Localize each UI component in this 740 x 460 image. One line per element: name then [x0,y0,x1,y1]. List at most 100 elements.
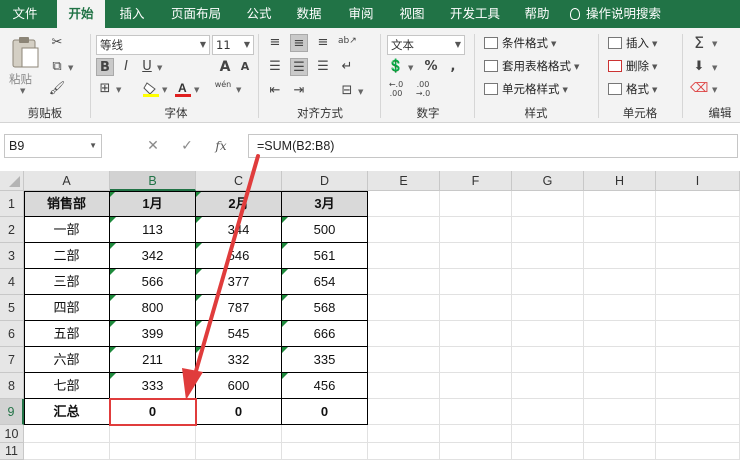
row-header-6[interactable]: 6 [0,321,24,347]
tab-tell-me[interactable]: 操作说明搜索 [570,0,690,28]
cell-f7[interactable] [440,347,512,373]
cell-e11[interactable] [368,443,440,460]
merge-center-icon[interactable]: ⊟ [338,82,356,100]
cell-i3[interactable] [656,243,740,269]
cell-d3[interactable]: 561 [282,243,368,269]
cell-c8[interactable]: 600 [196,373,282,399]
row-header-7[interactable]: 7 [0,347,24,373]
cell-c3[interactable]: 546 [196,243,282,269]
cell-c10[interactable] [196,425,282,443]
phonetic-dropdown-icon[interactable]: ▼ [236,86,241,94]
tab-formulas[interactable]: 公式 [238,0,280,28]
row-header-8[interactable]: 8 [0,373,24,399]
align-bottom-icon[interactable]: ≡ [314,34,332,52]
column-header-e[interactable]: E [368,171,440,191]
cell-f6[interactable] [440,321,512,347]
cell-b3[interactable]: 342 [110,243,196,269]
select-all-corner[interactable] [0,171,24,191]
cell-b7[interactable]: 211 [110,347,196,373]
cell-e7[interactable] [368,347,440,373]
cell-d5[interactable]: 568 [282,295,368,321]
underline-dropdown-icon[interactable]: ▼ [157,64,162,72]
cell-f8[interactable] [440,373,512,399]
cell-g10[interactable] [512,425,584,443]
fill-dropdown-icon[interactable]: ▼ [712,64,717,72]
fill-icon[interactable]: ⬇ [690,58,708,76]
cell-a6[interactable]: 五部 [24,321,110,347]
cell-i9[interactable] [656,399,740,425]
cell-a4[interactable]: 三部 [24,269,110,295]
comma-style-icon[interactable]: , [444,58,462,76]
cell-i7[interactable] [656,347,740,373]
cell-e8[interactable] [368,373,440,399]
row-header-5[interactable]: 5 [0,295,24,321]
align-top-icon[interactable]: ≡ [266,34,284,52]
cell-h5[interactable] [584,295,656,321]
cell-f1[interactable] [440,191,512,217]
cell-g1[interactable] [512,191,584,217]
cell-e2[interactable] [368,217,440,243]
fill-color-dropdown-icon[interactable]: ▼ [162,86,167,94]
cell-c7[interactable]: 332 [196,347,282,373]
accounting-format-icon[interactable]: 💲 [387,58,405,76]
cell-e9[interactable] [368,399,440,425]
cell-b2[interactable]: 113 [110,217,196,243]
percent-style-icon[interactable]: % [422,58,440,76]
cell-c11[interactable] [196,443,282,460]
cell-f5[interactable] [440,295,512,321]
cell-f2[interactable] [440,217,512,243]
row-header-3[interactable]: 3 [0,243,24,269]
cell-a5[interactable]: 四部 [24,295,110,321]
insert-cells-button[interactable]: 插入 ▼ [608,33,657,53]
cell-g6[interactable] [512,321,584,347]
cell-h4[interactable] [584,269,656,295]
column-header-d[interactable]: D [282,171,368,191]
merge-dropdown-icon[interactable]: ▼ [358,88,363,96]
cell-a1[interactable]: 销售部 [24,191,110,217]
row-header-10[interactable]: 10 [0,425,24,443]
cell-f10[interactable] [440,425,512,443]
cell-e10[interactable] [368,425,440,443]
column-header-c[interactable]: C [196,171,282,191]
cell-d10[interactable] [282,425,368,443]
cell-i8[interactable] [656,373,740,399]
cell-e3[interactable] [368,243,440,269]
cell-b5[interactable]: 800 [110,295,196,321]
underline-button[interactable]: U [138,58,156,76]
align-middle-icon[interactable]: ≡ [290,34,308,52]
cell-c2[interactable]: 344 [196,217,282,243]
cell-h7[interactable] [584,347,656,373]
cell-i2[interactable] [656,217,740,243]
align-left-icon[interactable]: ☰ [266,58,284,76]
cell-f4[interactable] [440,269,512,295]
cell-d11[interactable] [282,443,368,460]
row-header-11[interactable]: 11 [0,443,24,460]
font-size-combo[interactable]: 11 ▼ [212,35,254,55]
row-header-4[interactable]: 4 [0,269,24,295]
cell-i6[interactable] [656,321,740,347]
number-format-combo[interactable]: 文本 ▼ [387,35,465,55]
paste-button[interactable]: 粘贴 ▼ [6,32,42,98]
copy-dropdown-icon[interactable]: ▼ [68,64,73,72]
cell-c9[interactable]: 0 [196,399,282,425]
autosum-dropdown-icon[interactable]: ▼ [712,40,717,48]
cell-d9[interactable]: 0 [282,399,368,425]
cell-e1[interactable] [368,191,440,217]
row-header-2[interactable]: 2 [0,217,24,243]
cell-a2[interactable]: 一部 [24,217,110,243]
font-color-icon[interactable]: A [174,80,192,98]
column-header-b[interactable]: B [110,171,196,191]
cell-g8[interactable] [512,373,584,399]
format-cells-button[interactable]: 格式 ▼ [608,79,657,99]
decrease-indent-icon[interactable]: ⇤ [266,82,284,100]
accounting-dropdown-icon[interactable]: ▼ [408,64,413,72]
cell-h10[interactable] [584,425,656,443]
cell-d2[interactable]: 500 [282,217,368,243]
increase-decimal-icon[interactable]: ←.0.00 [387,80,405,98]
cell-g9[interactable] [512,399,584,425]
format-painter-icon[interactable]: 🖌 [48,80,66,98]
tab-insert[interactable]: 插入 [110,0,154,28]
conditional-formatting-button[interactable]: 条件格式 ▼ [484,33,556,53]
cell-e4[interactable] [368,269,440,295]
font-name-combo[interactable]: 等线 ▼ [96,35,210,55]
